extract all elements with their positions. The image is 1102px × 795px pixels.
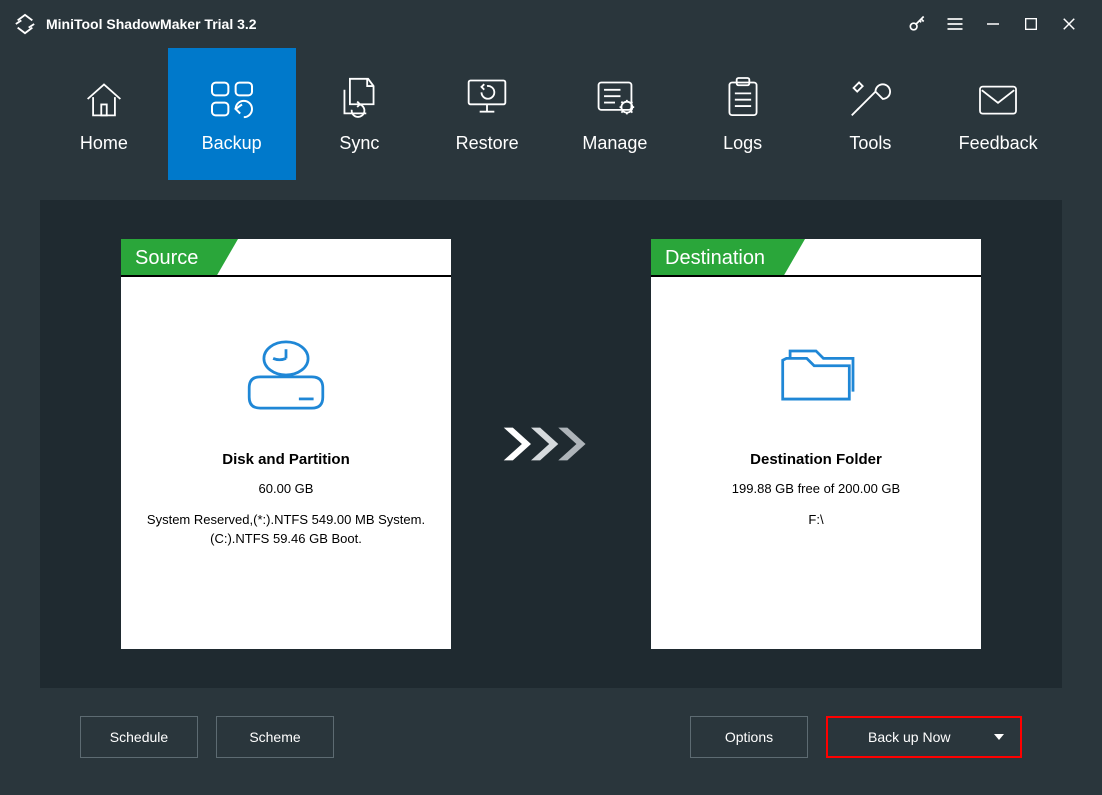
nav-label: Sync [339, 133, 379, 154]
home-icon [82, 75, 126, 119]
nav-label: Manage [582, 133, 647, 154]
backup-now-button[interactable]: Back up Now [826, 716, 1022, 758]
dropdown-caret-icon [994, 734, 1004, 740]
tools-icon [848, 75, 892, 119]
bottom-toolbar: Schedule Scheme Options Back up Now [40, 688, 1062, 758]
divider [121, 275, 451, 277]
nav-tools[interactable]: Tools [807, 48, 935, 180]
divider [651, 275, 981, 277]
nav-label: Feedback [959, 133, 1038, 154]
close-button[interactable] [1050, 8, 1088, 40]
nav-logs[interactable]: Logs [679, 48, 807, 180]
manage-icon [593, 75, 637, 119]
destination-free: 199.88 GB free of 200.00 GB [722, 480, 910, 499]
nav-label: Logs [723, 133, 762, 154]
nav-restore[interactable]: Restore [423, 48, 551, 180]
source-tab: Source [121, 239, 216, 277]
destination-tab-label: Destination [665, 247, 765, 270]
arrow-chevrons-icon [491, 424, 611, 464]
nav-feedback[interactable]: Feedback [934, 48, 1062, 180]
schedule-label: Schedule [110, 729, 168, 745]
schedule-button[interactable]: Schedule [80, 716, 198, 758]
nav-manage[interactable]: Manage [551, 48, 679, 180]
restore-icon [463, 75, 511, 119]
destination-card[interactable]: Destination Destination Folder 199.88 GB… [651, 239, 981, 649]
scheme-button[interactable]: Scheme [216, 716, 334, 758]
options-button[interactable]: Options [690, 716, 808, 758]
folder-icon [769, 335, 863, 415]
nav-home[interactable]: Home [40, 48, 168, 180]
options-label: Options [725, 729, 773, 745]
nav-label: Home [80, 133, 128, 154]
feedback-icon [976, 75, 1020, 119]
logs-icon [724, 75, 762, 119]
source-tab-label: Source [135, 247, 198, 270]
nav-label: Restore [456, 133, 519, 154]
disk-icon [240, 335, 332, 415]
backup-icon [208, 75, 256, 119]
source-card[interactable]: Source Disk and Partition 60.00 GB Syste… [121, 239, 451, 649]
main-nav: Home Backup Sync [0, 48, 1102, 180]
minimize-button[interactable] [974, 8, 1012, 40]
source-size: 60.00 GB [249, 480, 324, 499]
titlebar: MiniTool ShadowMaker Trial 3.2 [0, 0, 1102, 48]
nav-label: Tools [849, 133, 891, 154]
destination-title: Destination Folder [750, 451, 882, 468]
menu-icon[interactable] [936, 8, 974, 40]
source-details: System Reserved,(*:).NTFS 549.00 MB Syst… [121, 511, 451, 549]
nav-backup[interactable]: Backup [168, 48, 296, 180]
sync-icon [339, 75, 379, 119]
backup-now-label: Back up Now [868, 729, 950, 745]
nav-sync[interactable]: Sync [296, 48, 424, 180]
backup-panel: Source Disk and Partition 60.00 GB Syste… [0, 180, 1102, 758]
destination-tab: Destination [651, 239, 783, 277]
panel-area: Source Disk and Partition 60.00 GB Syste… [40, 200, 1062, 688]
scheme-label: Scheme [249, 729, 300, 745]
source-title: Disk and Partition [222, 451, 350, 468]
nav-label: Backup [202, 133, 262, 154]
maximize-button[interactable] [1012, 8, 1050, 40]
destination-path: F:\ [798, 511, 833, 530]
app-title: MiniTool ShadowMaker Trial 3.2 [46, 16, 257, 32]
key-icon[interactable] [898, 8, 936, 40]
app-logo-icon [14, 13, 36, 35]
